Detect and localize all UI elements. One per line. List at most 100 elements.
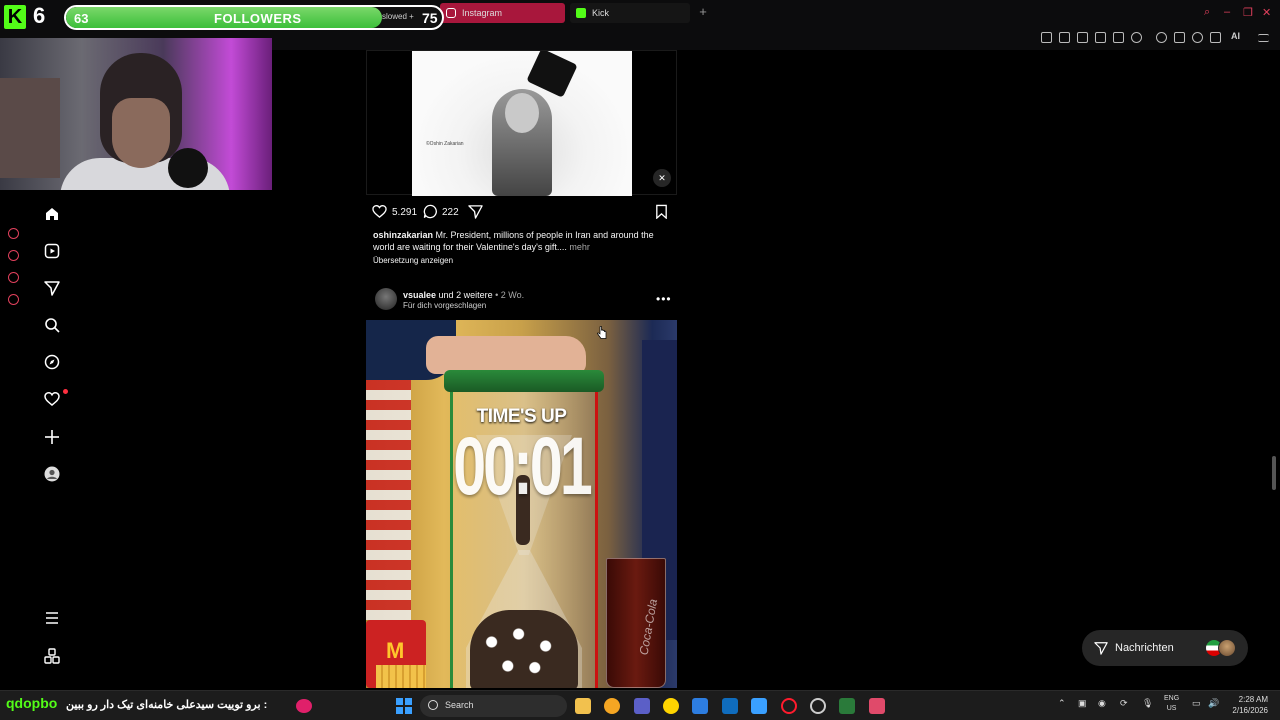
caption-username[interactable]: oshinzakarian [373, 230, 433, 240]
app-icon-yellow[interactable] [663, 698, 679, 714]
download-icon[interactable] [1210, 32, 1221, 43]
followers-current: 63 [74, 11, 89, 26]
discord-icon[interactable]: ◉ [1098, 698, 1106, 709]
comment-icon[interactable] [423, 204, 438, 224]
mcdonalds-logo: M [386, 638, 405, 663]
tab-kick-label: Kick [592, 8, 610, 18]
taskbar-clock[interactable]: 2:28 AM 2/16/2026 [1226, 694, 1268, 716]
screen: { "browser": { "tabs": [ {"label": "Inst… [0, 0, 1280, 720]
search-icon[interactable] [44, 317, 60, 333]
instagram-nav [38, 196, 68, 686]
ai-button[interactable]: AI [1231, 31, 1240, 41]
translate-link[interactable]: Übersetzung anzeigen [373, 256, 453, 265]
followers-extra: slowed + [382, 12, 414, 21]
send-icon[interactable] [8, 272, 19, 283]
chat-ticker-user: qdopbo [6, 695, 58, 711]
post1-face [505, 93, 539, 133]
more-menu-icon[interactable] [44, 610, 60, 626]
followers-goal-bar: 63 FOLLOWERS slowed + 75 [64, 5, 444, 30]
app-icon-green[interactable] [839, 698, 855, 714]
also-from-meta-icon[interactable] [44, 648, 60, 664]
tray-chevron-icon[interactable]: ⌃ [1058, 698, 1066, 709]
messages-button[interactable]: Nachrichten [1082, 630, 1248, 666]
new-tab-button[interactable]: + [696, 5, 710, 19]
share-icon[interactable] [468, 204, 483, 224]
opera-gx-icon[interactable] [869, 698, 885, 714]
taskbar-search-label: Search [445, 700, 474, 710]
kick-logo: K [4, 5, 26, 29]
store-icon[interactable] [692, 698, 708, 714]
followers-goal: 75 [422, 10, 438, 26]
page-scrollbar[interactable] [1272, 456, 1276, 490]
file-explorer-icon[interactable] [575, 698, 591, 714]
reels-icon[interactable] [44, 243, 60, 259]
snapshot-icon[interactable] [1059, 32, 1070, 43]
player-icon[interactable] [1113, 32, 1124, 43]
direct-icon[interactable] [44, 280, 60, 296]
taskbar-search-icon [428, 700, 438, 710]
opera-icon[interactable] [781, 698, 797, 714]
network-icon[interactable]: ▭ [1192, 698, 1201, 709]
search-tabs-icon[interactable]: ⌕ [1204, 6, 1210, 19]
save-icon[interactable] [654, 204, 669, 224]
post2-avatar[interactable] [375, 288, 397, 310]
post1-video[interactable]: ©Oshin Zakarian ✕ [366, 50, 677, 196]
sidebar-app-icon[interactable] [8, 228, 19, 239]
windows-start-icon[interactable] [396, 698, 412, 714]
fries [376, 665, 426, 688]
hourglass-lid [444, 370, 604, 392]
app-icon-orange[interactable] [604, 698, 620, 714]
tray-app-icon[interactable]: ▣ [1078, 698, 1087, 709]
webcam-person-face [112, 98, 170, 168]
explore-icon[interactable] [44, 354, 60, 370]
translate-icon[interactable] [1095, 32, 1106, 43]
create-icon[interactable] [44, 429, 60, 445]
taskbar: qdopbo برو توییت سیدعلی خامنه‌ای تیک دار… [0, 690, 1280, 720]
like-icon[interactable] [372, 204, 387, 224]
heart-icon[interactable] [1131, 32, 1142, 43]
mail-icon[interactable] [722, 698, 738, 714]
vpn-icon[interactable] [1156, 32, 1167, 43]
close-button[interactable]: ✕ [1262, 6, 1271, 19]
language-indicator[interactable]: ENG US [1164, 694, 1179, 714]
post2-image[interactable]: TIME'S UP 00:01 Coca-Cola M [366, 320, 677, 688]
security-icon[interactable] [751, 698, 767, 714]
volume-icon[interactable]: 🔊 [1208, 698, 1219, 709]
teams-icon[interactable] [634, 698, 650, 714]
notification-dot [63, 389, 68, 394]
maximize-button[interactable]: ❐ [1243, 6, 1253, 19]
post2-coauthors[interactable]: und 2 weitere [439, 290, 493, 300]
caption-more-link[interactable]: mehr [569, 242, 590, 252]
extensions-icon[interactable] [1174, 32, 1185, 43]
tab-kick[interactable]: Kick [570, 3, 690, 23]
obs-icon[interactable] [810, 698, 826, 714]
post1-actions: 5.291 222 [372, 204, 672, 222]
tab-instagram[interactable]: Instagram [440, 3, 565, 23]
pin-icon[interactable] [1041, 32, 1052, 43]
history-icon[interactable] [8, 250, 19, 261]
message-avatar-user [1218, 639, 1236, 657]
taskbar-search[interactable] [420, 695, 567, 717]
post2-username[interactable]: vsualee [403, 290, 436, 300]
image-timer: 00:01 [453, 421, 592, 512]
mute-icon[interactable]: ✕ [653, 169, 671, 187]
shield-icon[interactable] [1077, 32, 1088, 43]
messages-label: Nachrichten [1115, 642, 1174, 654]
settings-icon[interactable] [8, 294, 19, 305]
home-icon[interactable] [44, 206, 60, 222]
profile-avatar-icon[interactable] [44, 466, 60, 482]
minimize-button[interactable]: – [1224, 6, 1230, 18]
profile-icon[interactable] [1192, 32, 1203, 43]
microphone-icon[interactable]: 🎙 [1142, 698, 1153, 709]
clock-time: 2:28 AM [1238, 695, 1268, 704]
post1-signature: ©Oshin Zakarian [426, 141, 464, 147]
menu-icon[interactable] [1258, 34, 1269, 42]
notifications-heart-icon[interactable] [44, 389, 68, 407]
tray-sync-icon[interactable]: ⟳ [1120, 698, 1128, 709]
comment-count: 222 [442, 207, 459, 218]
post2-options-icon[interactable]: ••• [656, 292, 672, 306]
us-flag [366, 360, 411, 620]
post1-artwork: ©Oshin Zakarian [412, 51, 632, 196]
hand [426, 336, 586, 374]
instagram-icon [446, 8, 456, 18]
